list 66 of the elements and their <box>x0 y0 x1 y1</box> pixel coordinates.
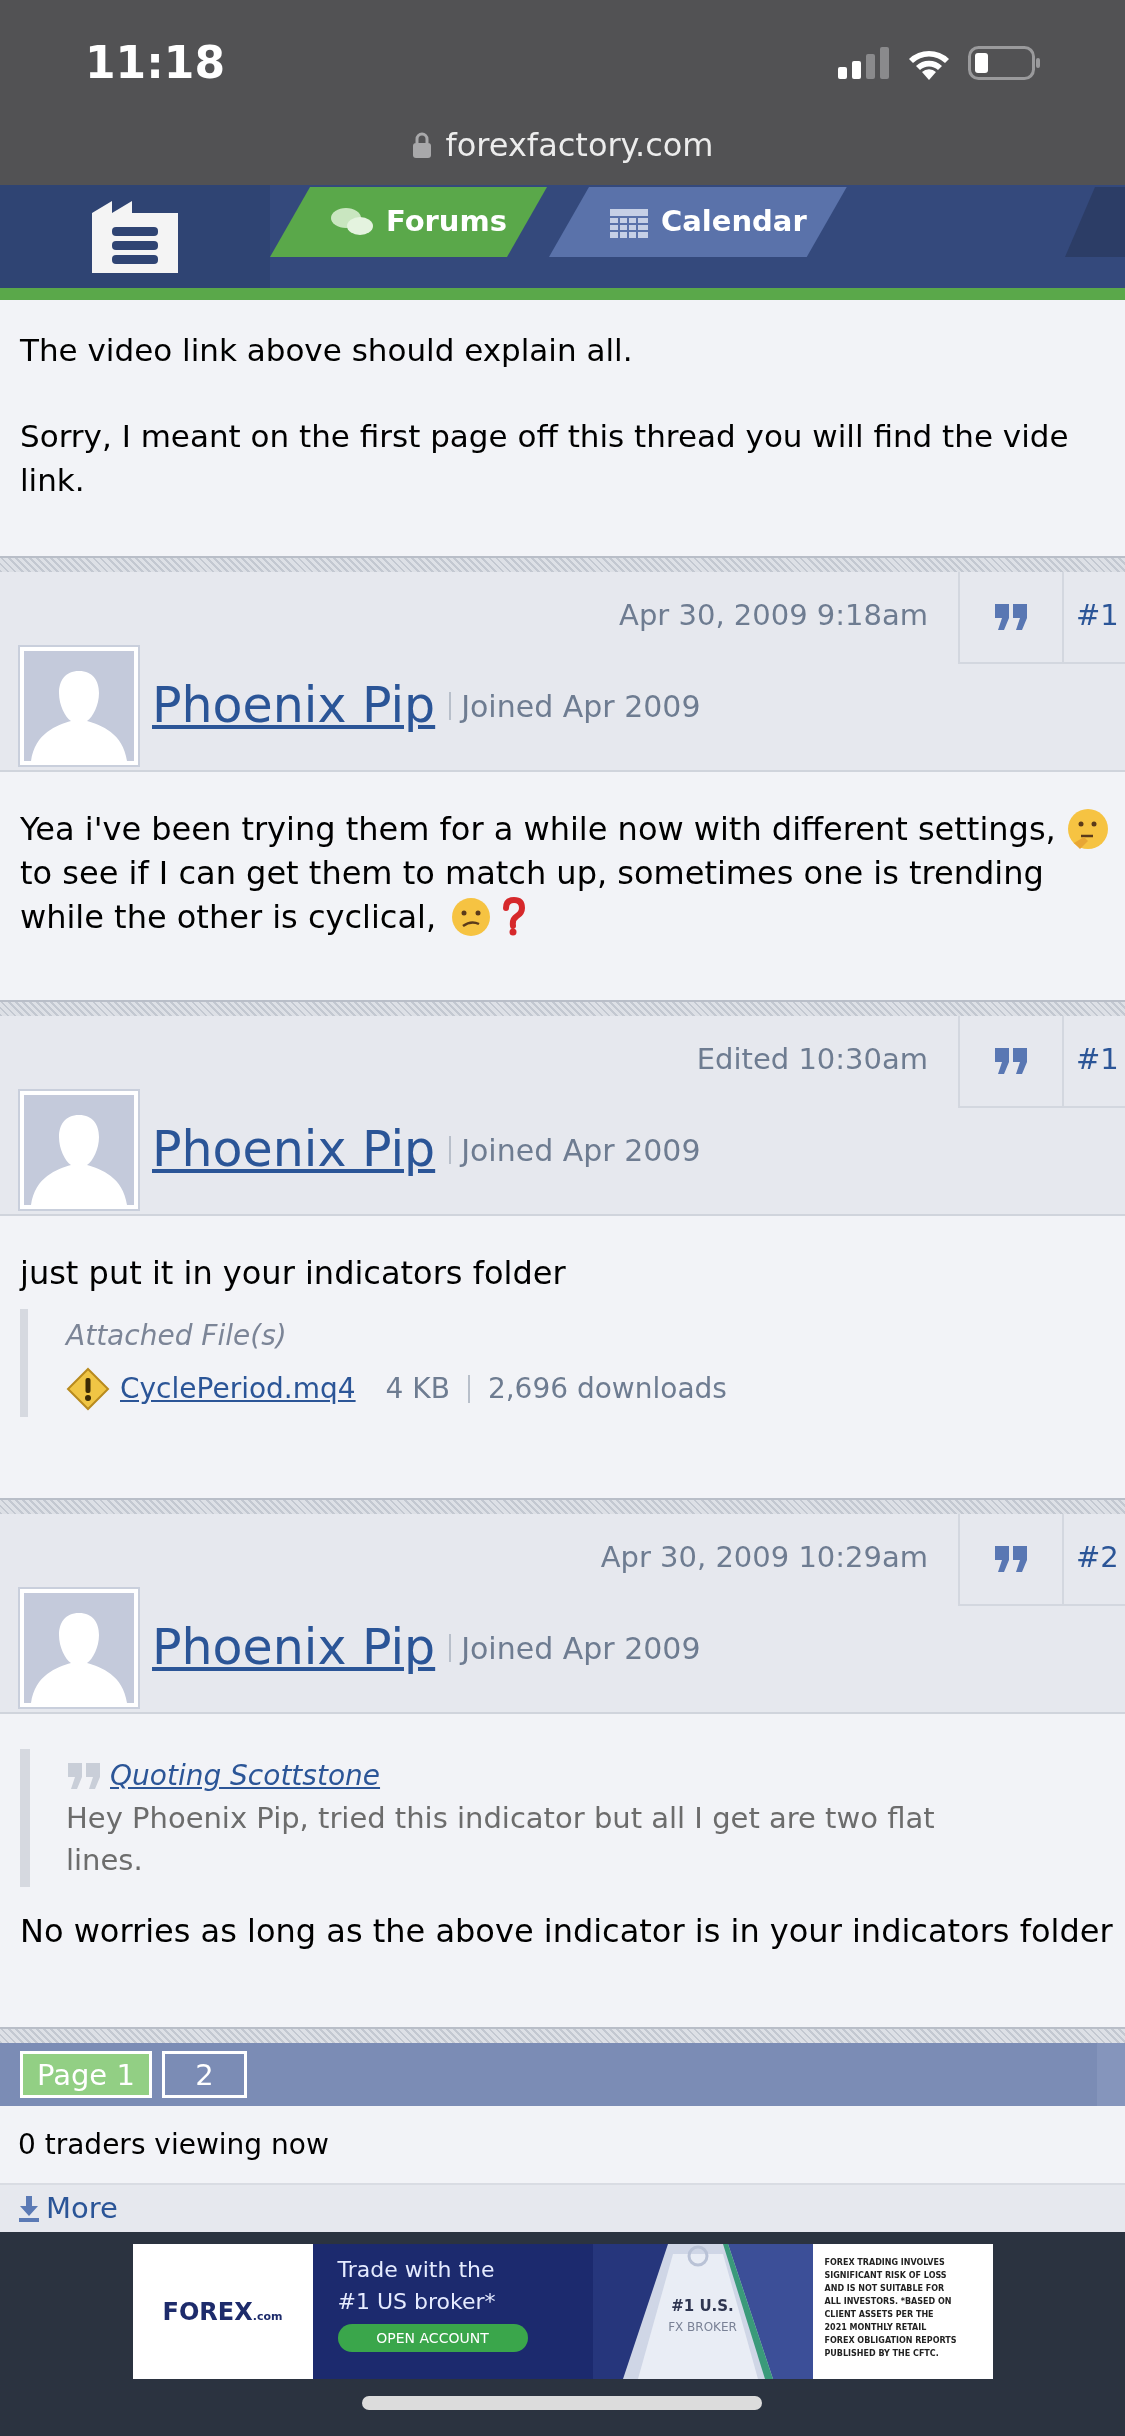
status-time: 11:18 <box>85 35 226 90</box>
attachments-heading: Attached File(s) <box>66 1318 288 1354</box>
ad-headline: Trade with the <box>337 2256 496 2284</box>
post-text: while the other is cyclical, <box>20 897 437 938</box>
ad-disclaimer: SIGNIFICANT RISK OF LOSS <box>824 2270 948 2282</box>
join-date: Joined Apr 2009 <box>461 1131 701 1170</box>
author-link[interactable]: Phoenix Pip <box>152 669 436 743</box>
battery-icon <box>968 45 1040 80</box>
ad-disclaimer: PUBLISHED BY THE CFTC. <box>824 2348 940 2360</box>
quoted-text: Hey Phoenix Pip, tried this indicator but all I get are two flat <box>66 1800 936 1837</box>
lock-icon <box>411 132 432 158</box>
signal-icon <box>838 46 890 79</box>
ad-logo: FOREX.com <box>162 2296 283 2328</box>
join-date: Joined Apr 2009 <box>461 687 701 726</box>
file-link[interactable]: CyclePeriod.mq4 <box>120 1368 356 1410</box>
ad-disclaimer: 2021 MONTHLY RETAIL <box>824 2322 928 2334</box>
post-date: Apr 30, 2009 10:29am <box>600 1539 928 1576</box>
menu-button[interactable] <box>0 185 270 288</box>
award-text: #1 U.S. <box>671 2296 734 2318</box>
quote-icon <box>66 1761 102 1791</box>
more-link[interactable]: More <box>46 2186 118 2231</box>
quoted-text: lines. <box>66 1842 144 1879</box>
quote-button[interactable] <box>958 1016 1062 1108</box>
warning-icon <box>66 1367 110 1411</box>
file-size: 4 KB <box>385 1371 450 1407</box>
author-link[interactable]: Phoenix Pip <box>152 1113 436 1187</box>
open-account-button[interactable]: OPEN ACCOUNT <box>337 2324 528 2352</box>
post-text: No worries as long as the above indicator is in your indicators folder <box>20 1911 1113 1952</box>
url-text: forexfactory.com <box>445 125 714 166</box>
quote-button[interactable] <box>958 572 1062 664</box>
menu-icon <box>90 198 180 275</box>
viewers-count: 0 traders viewing now <box>18 2126 329 2163</box>
confused-face-icon <box>450 896 493 938</box>
quote-icon <box>993 1046 1029 1076</box>
chat-bubbles-icon <box>330 206 374 238</box>
post-number-link[interactable]: #1 <box>1062 572 1125 664</box>
question-mark-icon <box>502 897 527 937</box>
quote-button[interactable] <box>958 1514 1062 1606</box>
post-text: The video link above should explain all. <box>20 331 634 370</box>
ad-disclaimer: FOREX TRADING INVOLVES <box>824 2257 946 2269</box>
post-text: Yea i've been trying them for a while now with different settings, <box>20 809 1056 850</box>
post-text: to see if I can get them to match up, sometimes one is trending <box>20 853 1044 894</box>
ad-disclaimer: CLIENT ASSETS PER THE <box>824 2309 935 2321</box>
ad-headline: #1 US broker* <box>337 2288 497 2316</box>
download-count: 2,696 downloads <box>487 1371 727 1407</box>
quote-source-link[interactable]: Quoting Scottstone <box>110 1755 381 1797</box>
award-text: FX BROKER <box>668 2318 737 2336</box>
join-date: Joined Apr 2009 <box>461 1629 701 1668</box>
ad-disclaimer: AND IS NOT SUITABLE FOR <box>824 2283 946 2295</box>
post-text: just put it in your indicators folder <box>20 1253 566 1294</box>
ad-banner[interactable] <box>132 2244 993 2379</box>
page-button[interactable]: 2 <box>161 2051 247 2098</box>
thinking-face-icon <box>1065 807 1110 851</box>
ad-disclaimer: ALL INVESTORS. *BASED ON <box>824 2296 953 2308</box>
post-number-link[interactable]: #2 <box>1062 1514 1125 1606</box>
quote-icon <box>993 602 1029 632</box>
post-text: link. <box>20 461 86 500</box>
nav-tab[interactable]: Calendar <box>549 187 847 257</box>
author-link[interactable]: Phoenix Pip <box>152 1611 436 1685</box>
ad-disclaimer: FOREX OBLIGATION REPORTS <box>824 2335 958 2347</box>
quote-icon <box>993 1544 1029 1574</box>
post-date: Apr 30, 2009 9:18am <box>619 597 928 634</box>
post-date: Edited 10:30am <box>696 1041 928 1078</box>
post-text: Sorry, I meant on the first page off this thread you will find the vide <box>20 417 1070 456</box>
post-number-link[interactable]: #1 <box>1062 1016 1125 1108</box>
download-icon <box>18 2195 40 2222</box>
